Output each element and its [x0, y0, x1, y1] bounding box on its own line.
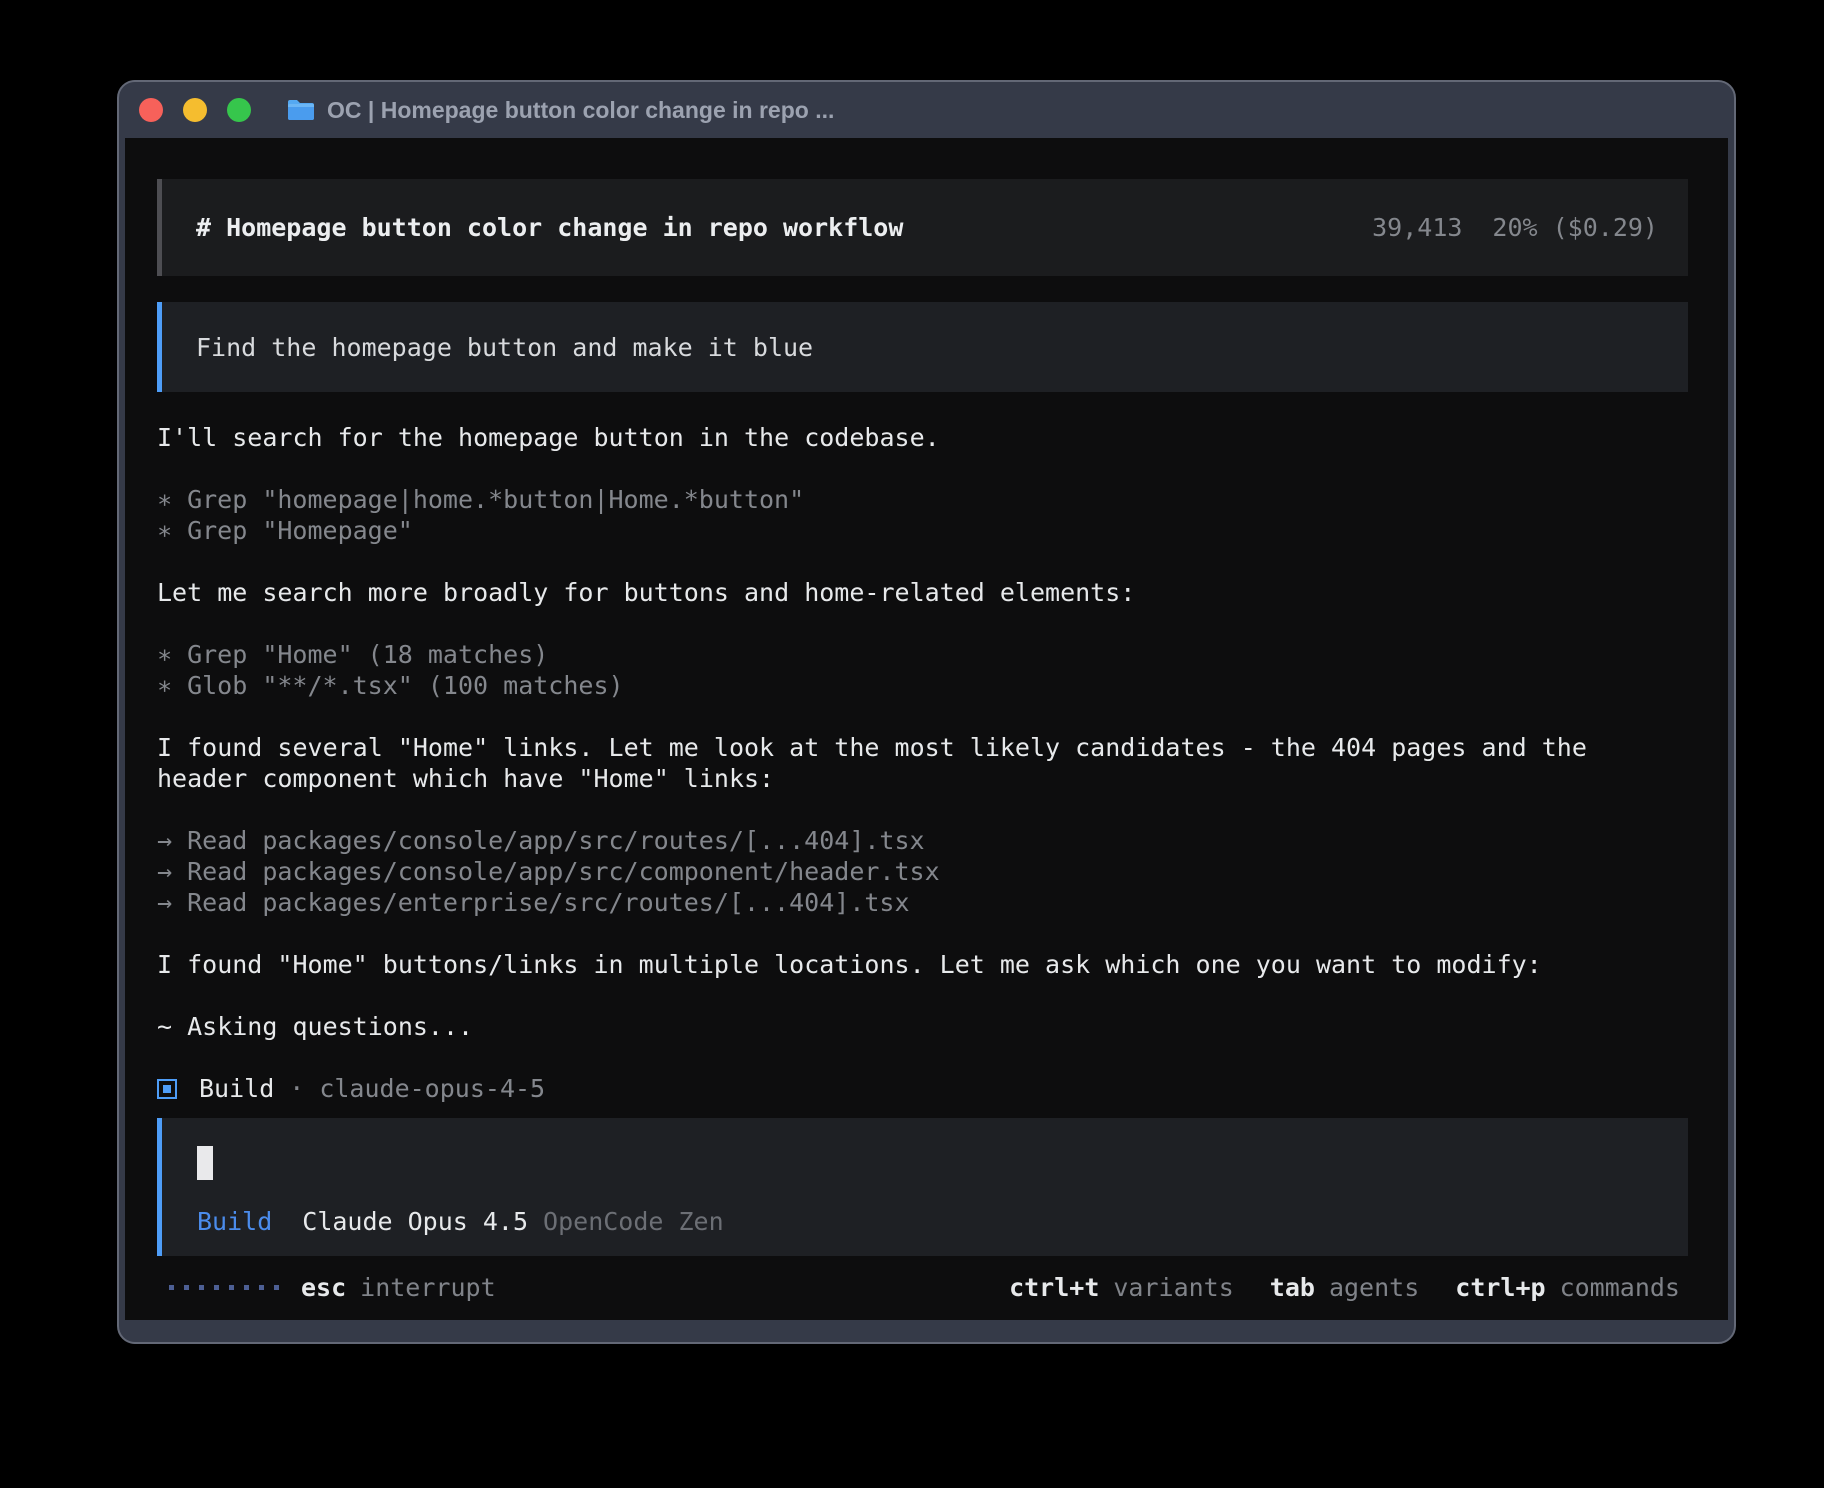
dot — [259, 1285, 264, 1290]
tool-call-glob: ∗ Glob "**/*.tsx" (100 matches) — [157, 670, 1688, 701]
tool-call-text: Read packages/console/app/src/routes/[..… — [187, 826, 925, 855]
dot — [199, 1285, 204, 1290]
dot — [229, 1285, 234, 1290]
window-title: OC | Homepage button color change in rep… — [327, 97, 834, 124]
terminal-window: OC | Homepage button color change in rep… — [117, 80, 1736, 1344]
asterisk-icon: ∗ — [157, 670, 172, 701]
session-stats: 39,413 20% ($0.29) — [1372, 212, 1658, 243]
prompt-input[interactable]: Build Claude Opus 4.5 OpenCode Zen — [157, 1118, 1688, 1256]
esc-key-hint: esc — [301, 1272, 346, 1303]
assistant-text: I'll search for the homepage button in t… — [157, 422, 1688, 453]
shortcut-agents: tab agents — [1270, 1272, 1419, 1303]
tool-call-grep: ∗ Grep "Home" (18 matches) — [157, 639, 1688, 670]
tool-call-read: → Read packages/console/app/src/component… — [157, 856, 1688, 887]
titlebar: OC | Homepage button color change in rep… — [119, 82, 1734, 138]
traffic-lights — [139, 98, 251, 122]
dot — [244, 1285, 249, 1290]
mode-label: Build — [197, 1206, 272, 1237]
agent-status-row: Build · claude-opus-4-5 — [157, 1073, 1688, 1104]
asterisk-icon: ∗ — [157, 515, 172, 546]
blank-line — [157, 453, 1688, 484]
input-footer: Build Claude Opus 4.5 OpenCode Zen — [197, 1206, 724, 1237]
asterisk-icon: ∗ — [157, 484, 172, 515]
shortcut-variants: ctrl+t variants — [1009, 1272, 1234, 1303]
session-title: # Homepage button color change in repo w… — [196, 212, 903, 243]
tool-call-text: Grep "Homepage" — [187, 516, 413, 545]
folder-icon — [287, 98, 315, 122]
assistant-text: I found "Home" buttons/links in multiple… — [157, 949, 1688, 980]
tool-call-text: Grep "Home" (18 matches) — [187, 640, 548, 669]
tool-call-grep: ∗ Grep "homepage|home.*button|Home.*butto… — [157, 484, 1688, 515]
agent-model: claude-opus-4-5 — [319, 1073, 545, 1104]
tool-call-grep: ∗ Grep "Homepage" — [157, 515, 1688, 546]
tool-call-read: → Read packages/enterprise/src/routes/[..… — [157, 887, 1688, 918]
arrow-right-icon: → — [157, 887, 172, 918]
text-cursor — [197, 1146, 213, 1180]
tool-call-text: Read packages/console/app/src/component/… — [187, 857, 940, 886]
assistant-text: Let me search more broadly for buttons a… — [157, 577, 1688, 608]
arrow-right-icon: → — [157, 825, 172, 856]
agent-build-icon — [157, 1079, 177, 1099]
assistant-transcript: I'll search for the homepage button in t… — [157, 422, 1688, 1104]
tool-call-text: Grep "homepage|home.*button|Home.*button… — [187, 485, 804, 514]
interrupt-label: interrupt — [360, 1272, 495, 1303]
tool-call-text: Glob "**/*.tsx" (100 matches) — [187, 671, 624, 700]
tool-call-text: Read packages/enterprise/src/routes/[...… — [187, 888, 909, 917]
asterisk-icon: ∗ — [157, 639, 172, 670]
user-message: Find the homepage button and make it blu… — [157, 302, 1688, 392]
shortcut-key: tab — [1270, 1272, 1315, 1303]
arrow-right-icon: → — [157, 856, 172, 887]
shortcut-label: commands — [1560, 1272, 1680, 1303]
minimize-button[interactable] — [183, 98, 207, 122]
model-name: Claude Opus 4.5 — [302, 1206, 528, 1237]
agent-build-icon-fill — [163, 1085, 171, 1093]
blank-line — [157, 980, 1688, 1011]
shortcut-commands: ctrl+p commands — [1455, 1272, 1680, 1303]
provider-name: OpenCode Zen — [543, 1206, 724, 1237]
blank-line — [157, 1042, 1688, 1073]
blank-line — [157, 794, 1688, 825]
blank-line — [157, 608, 1688, 639]
blank-line — [157, 546, 1688, 577]
user-message-text: Find the homepage button and make it blu… — [196, 332, 813, 363]
token-count: 39,413 — [1372, 212, 1462, 243]
blank-line — [157, 701, 1688, 732]
dot — [214, 1285, 219, 1290]
assistant-status: ~ Asking questions... — [157, 1011, 1688, 1042]
close-button[interactable] — [139, 98, 163, 122]
dot — [184, 1285, 189, 1290]
shortcut-key: ctrl+t — [1009, 1272, 1099, 1303]
dot — [274, 1285, 279, 1290]
spinner-dots — [169, 1285, 279, 1290]
status-left: esc interrupt — [169, 1272, 496, 1303]
status-right: ctrl+t variants tab agents ctrl+p comman… — [1009, 1272, 1680, 1303]
assistant-text: header component which have "Home" links… — [157, 763, 1688, 794]
status-bar: esc interrupt ctrl+t variants tab agents… — [157, 1268, 1688, 1306]
blank-line — [157, 918, 1688, 949]
dot — [169, 1285, 174, 1290]
context-usage: 20% ($0.29) — [1492, 212, 1658, 243]
assistant-text: I found several "Home" links. Let me loo… — [157, 732, 1688, 763]
shortcut-label: variants — [1113, 1272, 1233, 1303]
shortcut-label: agents — [1329, 1272, 1419, 1303]
agent-separator: · — [289, 1073, 304, 1104]
tool-call-read: → Read packages/console/app/src/routes/[.… — [157, 825, 1688, 856]
zoom-button[interactable] — [227, 98, 251, 122]
title-group: OC | Homepage button color change in rep… — [287, 97, 834, 124]
shortcut-key: ctrl+p — [1455, 1272, 1545, 1303]
agent-name: Build — [199, 1073, 274, 1104]
session-header: # Homepage button color change in repo w… — [157, 179, 1688, 276]
terminal-viewport: # Homepage button color change in repo w… — [125, 138, 1728, 1320]
